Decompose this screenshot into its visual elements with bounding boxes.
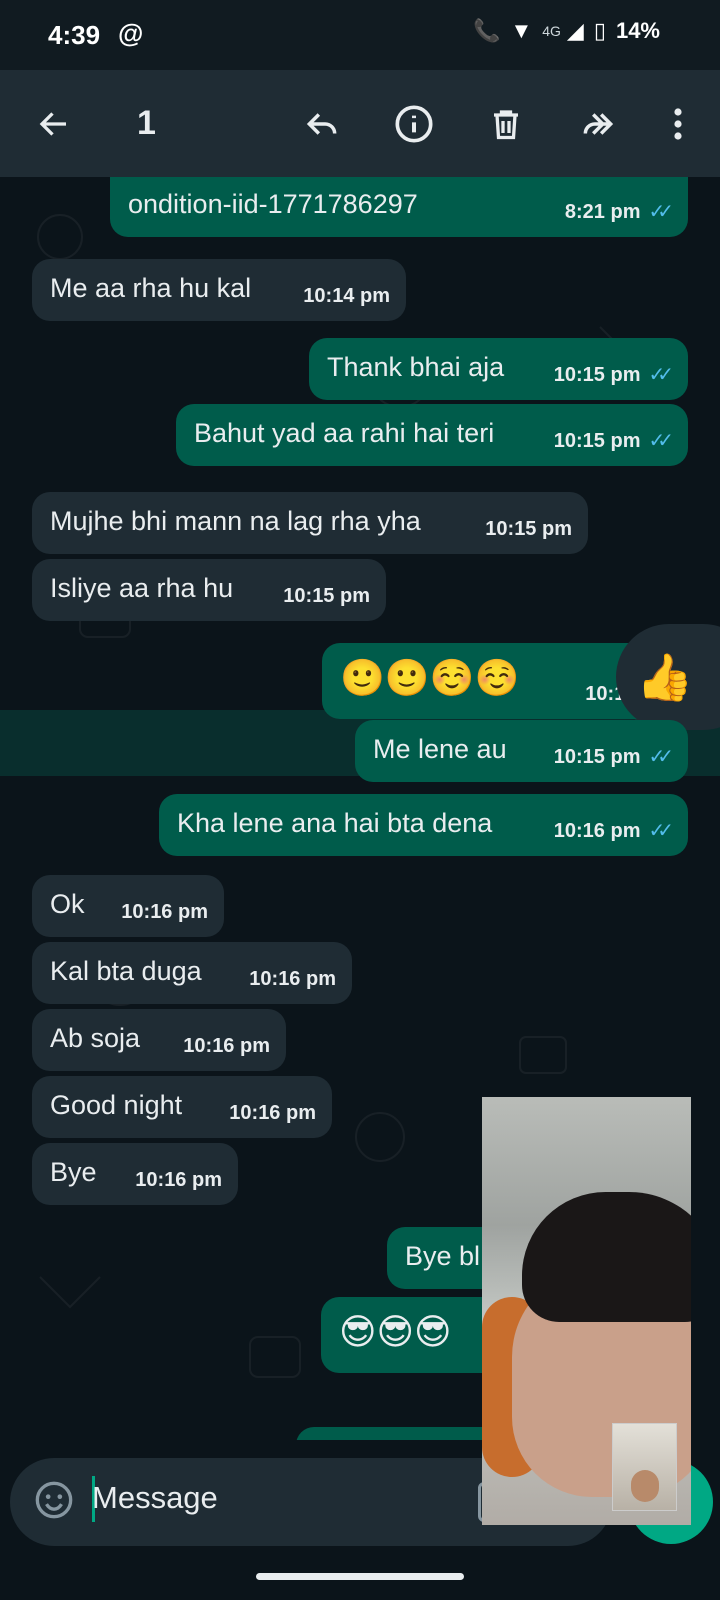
message-bubble-incoming[interactable]: Mujhe bhi mann na lag rha yha 10:15 pm xyxy=(32,492,588,554)
message-time: 10:15 pm xyxy=(553,430,641,452)
network-label: 4G xyxy=(542,23,561,39)
status-icons: 📞 ▼ 4G ◢ ▯ 14% xyxy=(473,18,660,44)
selection-app-bar: 1 xyxy=(0,70,720,177)
message-time: 10:15 pm xyxy=(553,364,641,386)
message-time: 10:15 pm xyxy=(553,746,641,768)
read-ticks-icon: ✓✓ xyxy=(648,430,673,452)
read-ticks-icon: ✓✓ xyxy=(648,364,673,386)
message-text: Bye bl xyxy=(405,1241,481,1271)
message-text: ondition-iid-1771786297 xyxy=(128,189,418,219)
remote-video-feed-detail xyxy=(522,1192,691,1322)
info-icon[interactable] xyxy=(392,102,436,146)
message-meta: 10:16 pm xyxy=(135,1163,222,1197)
message-meta: 10:16 pm xyxy=(121,895,208,929)
message-text: Kha lene ana hai bta dena xyxy=(177,808,493,838)
message-text: Kal bta duga xyxy=(50,956,202,986)
message-bubble-incoming[interactable]: Good night 10:16 pm xyxy=(32,1076,332,1138)
threads-icon: @ xyxy=(118,18,144,48)
message-text: 😎😎😎 xyxy=(339,1311,452,1352)
thumbs-up-icon[interactable]: 👍 xyxy=(636,650,693,705)
message-meta: 10:16 pm xyxy=(183,1029,270,1063)
message-text: Ok xyxy=(50,889,85,919)
message-time: 10:16 pm xyxy=(183,1035,270,1057)
message-time: 10:15 pm xyxy=(283,585,370,607)
wifi-icon: ▼ xyxy=(510,18,533,43)
message-meta: 10:15 pm ✓✓ xyxy=(553,740,674,774)
message-time: 10:16 pm xyxy=(121,901,208,923)
status-bar: 4:39 @ 📞 ▼ 4G ◢ ▯ 14% xyxy=(0,0,720,70)
emoji-icon[interactable] xyxy=(34,1480,74,1520)
read-ticks-icon: ✓✓ xyxy=(648,201,673,223)
message-bubble-incoming[interactable]: Ab soja 10:16 pm xyxy=(32,1009,286,1071)
message-bubble-incoming[interactable]: Isliye aa rha hu 10:15 pm xyxy=(32,559,386,621)
read-ticks-icon: ✓✓ xyxy=(648,820,673,842)
message-bubble-outgoing[interactable]: Kha lene ana hai bta dena 10:16 pm ✓✓ xyxy=(159,794,688,856)
message-bubble-incoming[interactable]: Bye 10:16 pm xyxy=(32,1143,238,1205)
status-time: 4:39 xyxy=(48,20,101,50)
video-call-overlay[interactable] xyxy=(482,1097,691,1525)
self-preview-video[interactable] xyxy=(612,1423,677,1511)
back-arrow-icon[interactable] xyxy=(32,102,76,146)
message-bubble-outgoing[interactable]: Thank bhai aja 10:15 pm ✓✓ xyxy=(309,338,688,400)
message-meta: 10:15 pm ✓✓ xyxy=(553,358,674,392)
message-text: Bye xyxy=(50,1157,97,1187)
message-meta: 10:16 pm ✓✓ xyxy=(553,814,674,848)
message-time: 10:15 pm xyxy=(485,518,572,540)
message-meta: 10:14 pm xyxy=(303,279,390,313)
battery-percent: 14% xyxy=(615,18,660,43)
message-time: 10:14 pm xyxy=(303,285,390,307)
message-bubble-incoming[interactable]: Me aa rha hu kal 10:14 pm xyxy=(32,259,406,321)
reply-icon[interactable] xyxy=(300,102,344,146)
delete-icon[interactable] xyxy=(484,102,528,146)
message-text: Isliye aa rha hu xyxy=(50,573,234,603)
message-meta: 10:15 pm ✓✓ xyxy=(553,424,674,458)
signal-icon: ◢ xyxy=(566,18,584,43)
message-time: 10:16 pm xyxy=(229,1102,316,1124)
message-text: Me lene au xyxy=(373,734,507,764)
message-bubble-incoming[interactable]: Kal bta duga 10:16 pm xyxy=(32,942,352,1004)
more-vert-icon[interactable] xyxy=(656,102,700,146)
message-text: Mujhe bhi mann na lag rha yha xyxy=(50,506,421,536)
forward-icon[interactable] xyxy=(576,102,620,146)
message-text: Good night xyxy=(50,1090,183,1120)
message-time: 10:16 pm xyxy=(553,820,641,842)
message-meta: 10:15 pm xyxy=(485,512,572,546)
message-text: Me aa rha hu kal xyxy=(50,273,252,303)
message-text: Ab soja xyxy=(50,1023,141,1053)
message-meta: 10:16 pm xyxy=(229,1096,316,1130)
message-time: 8:21 pm xyxy=(564,201,641,223)
reaction-quick-button[interactable]: 👍 xyxy=(616,624,720,730)
read-ticks-icon: ✓✓ xyxy=(648,746,673,768)
message-meta: 8:21 pm ✓✓ xyxy=(564,195,674,229)
message-bubble-outgoing[interactable]: ondition-iid-1771786297 8:21 pm ✓✓ xyxy=(110,177,688,237)
message-text: Thank bhai aja xyxy=(327,352,505,382)
message-text: 🙂🙂☺️☺️ xyxy=(340,657,520,698)
message-meta: 10:16 pm xyxy=(249,962,336,996)
message-time: 10:16 pm xyxy=(135,1169,222,1191)
selected-count: 1 xyxy=(137,104,156,142)
message-text: Bahut yad aa rahi hai teri xyxy=(194,418,495,448)
message-time: 10:16 pm xyxy=(249,968,336,990)
message-input[interactable]: Message xyxy=(92,1480,218,1516)
battery-icon: ▯ xyxy=(593,18,606,43)
self-preview-face xyxy=(631,1470,659,1502)
message-bubble-incoming[interactable]: Ok 10:16 pm xyxy=(32,875,224,937)
message-bubble-outgoing[interactable]: Bahut yad aa rahi hai teri 10:15 pm ✓✓ xyxy=(176,404,688,466)
call-icon: 📞 xyxy=(473,18,501,43)
message-bubble-outgoing-selected[interactable]: Me lene au 10:15 pm ✓✓ xyxy=(355,720,688,782)
home-gesture-handle[interactable] xyxy=(256,1573,464,1580)
message-meta: 10:15 pm xyxy=(283,579,370,613)
